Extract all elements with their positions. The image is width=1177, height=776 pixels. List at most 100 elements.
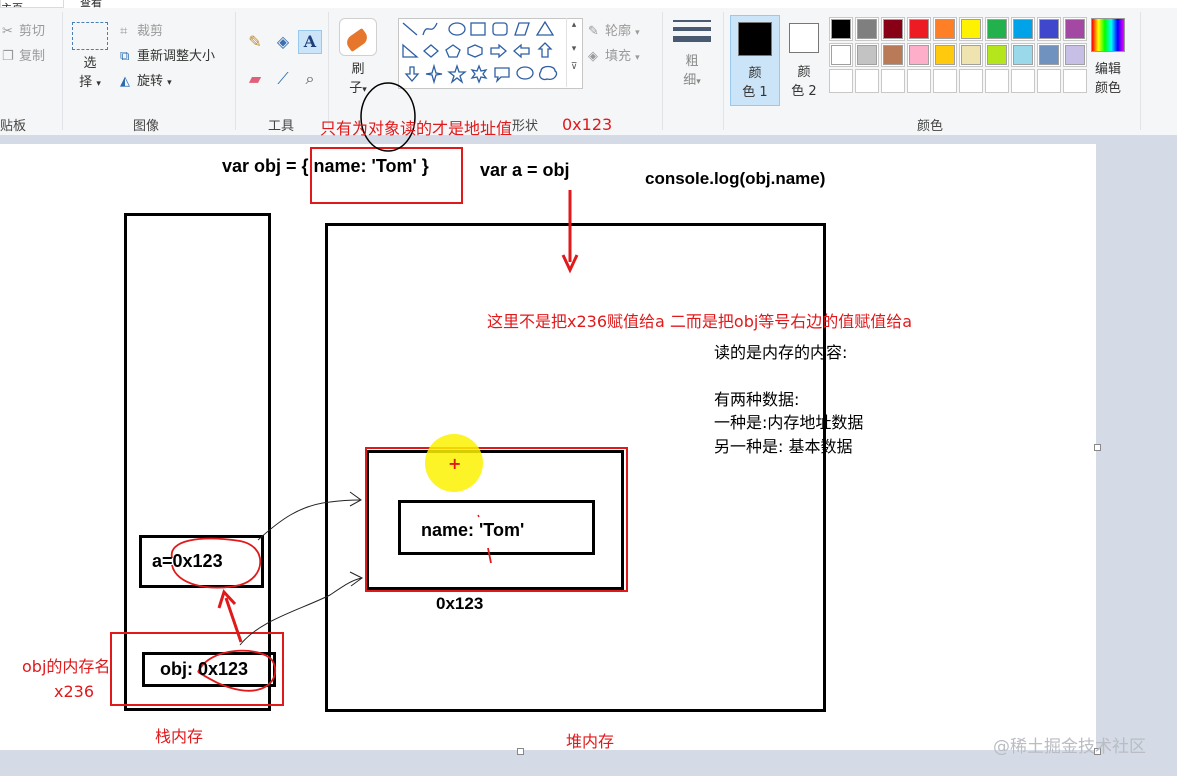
palette-cell[interactable] [907, 69, 931, 93]
group-divider [662, 12, 663, 130]
color1-label-2: 色 1 [742, 85, 768, 100]
palette-cell[interactable] [1063, 17, 1087, 41]
palette-cell[interactable] [1037, 69, 1061, 93]
select-button[interactable]: 选 择 ▾ [70, 22, 110, 94]
color-picker-icon[interactable]: ⟋ [272, 68, 294, 90]
palette-cell[interactable] [985, 43, 1009, 67]
resize-handle-right[interactable] [1094, 444, 1101, 451]
tab-home[interactable]: 主页 [0, 0, 64, 8]
palette-cell[interactable] [1011, 69, 1035, 93]
text-tool-icon[interactable]: A [298, 30, 322, 54]
palette-swatch [857, 45, 877, 65]
pencil-icon[interactable]: ✎ [244, 31, 266, 53]
color2-swatch [789, 23, 819, 53]
rotate-icon: ◭ [120, 74, 130, 89]
outline-icon: ✎ [588, 24, 599, 39]
palette-cell[interactable] [1011, 17, 1035, 41]
shapes-scrollbar[interactable]: ▴ ▾ ⊽ [566, 18, 581, 87]
code-a-assignment: var a = obj [480, 160, 570, 180]
brush-label-2-row: 子▾ [336, 79, 380, 100]
palette-cell[interactable] [829, 69, 853, 93]
palette-cell[interactable] [881, 69, 905, 93]
resize-button[interactable]: ⧉ 重新调整大小 [120, 45, 215, 64]
palette-cell[interactable] [1037, 43, 1061, 67]
palette-cell[interactable] [1063, 69, 1087, 93]
select-label-2-row: 择 ▾ [70, 73, 110, 94]
palette-cell[interactable] [881, 17, 905, 41]
stack-obj-value: obj: 0x123 [160, 659, 249, 679]
rotate-button[interactable]: ◭ 旋转 ▾ [120, 70, 172, 89]
palette-cell[interactable] [1011, 43, 1035, 67]
shapes-gallery[interactable] [398, 18, 583, 89]
brush-label-2: 子 [349, 81, 363, 96]
cut-button[interactable]: ✂ 剪切 [2, 20, 45, 39]
palette-cell[interactable] [933, 69, 957, 93]
palette-swatch [1065, 19, 1085, 39]
palette-cell[interactable] [1063, 43, 1087, 67]
palette-cell[interactable] [959, 69, 983, 93]
color1-button[interactable]: 颜 色 1 [730, 15, 780, 106]
palette-swatch [909, 19, 929, 39]
kind-two-note: 另一种是: 基本数据 [714, 437, 853, 456]
magnifier-icon[interactable]: ⌕ [299, 68, 321, 90]
colors-group-label: 颜色 [917, 119, 944, 134]
group-divider [62, 12, 63, 130]
palette-swatch [909, 45, 929, 65]
brush-icon [339, 18, 377, 56]
palette-cell[interactable] [959, 17, 983, 41]
palette-cell[interactable] [933, 17, 957, 41]
obj-memory-name-label: obj的内存名 [22, 657, 111, 676]
palette-cell[interactable] [881, 43, 905, 67]
select-label-2: 择 [79, 75, 93, 90]
palette-swatch [961, 19, 981, 39]
brushes-button[interactable]: 刷 子▾ [336, 18, 380, 100]
size-button[interactable]: 粗 细▾ [670, 20, 714, 92]
scroll-up-icon: ▴ [571, 20, 577, 30]
code-console-log: console.log(obj.name) [645, 169, 826, 188]
palette-cell[interactable] [829, 17, 853, 41]
crop-icon: ⌗ [120, 24, 128, 39]
dropdown-arrow-icon: ▾ [696, 77, 701, 87]
palette-swatch [883, 45, 903, 65]
copy-button[interactable]: ❐ 复制 [2, 45, 45, 64]
fill-bucket-icon[interactable]: ◈ [272, 31, 294, 53]
address-top-value: 0x123 [562, 115, 613, 134]
palette-cell[interactable] [907, 43, 931, 67]
palette-swatch [987, 19, 1007, 39]
fill-button[interactable]: ◈ 填充 ▾ [588, 45, 640, 64]
palette-swatch [961, 45, 981, 65]
palette-cell[interactable] [985, 69, 1009, 93]
edit-colors-button[interactable]: 编辑 颜色 [1086, 18, 1130, 98]
select-label-1: 选 [83, 56, 97, 71]
palette-cell[interactable] [855, 43, 879, 67]
eraser-icon[interactable]: ▰ [244, 68, 266, 90]
tools-group-label: 工具 [268, 119, 295, 134]
palette-cell[interactable] [829, 43, 853, 67]
palette-cell[interactable] [985, 17, 1009, 41]
rotate-label: 旋转 [137, 74, 164, 89]
edit-colors-label-2: 颜色 [1094, 81, 1121, 96]
line-width-icon [673, 20, 711, 42]
tab-view[interactable]: 查看 [80, 0, 102, 10]
crop-button[interactable]: ⌗ 裁剪 [120, 20, 163, 39]
color2-button[interactable]: 颜 色 2 [782, 15, 826, 101]
heap-address: 0x123 [436, 594, 484, 613]
color2-label-1: 颜 [797, 65, 811, 80]
palette-swatch [1065, 45, 1085, 65]
palette-cell[interactable] [907, 17, 931, 41]
fill-icon: ◈ [588, 49, 598, 64]
scroll-down-icon: ▾ [571, 44, 577, 54]
palette-swatch [987, 45, 1007, 65]
resize-handle-bottom[interactable] [517, 748, 524, 755]
stack-a-value: a=0x123 [152, 551, 223, 571]
palette-cell[interactable] [959, 43, 983, 67]
palette-swatch [857, 19, 877, 39]
read-memory-note: 读的是内存的内容: [714, 343, 848, 362]
palette-cell[interactable] [855, 17, 879, 41]
tab-home-label: 主页 [1, 2, 23, 7]
palette-cell[interactable] [1037, 17, 1061, 41]
dropdown-arrow-icon: ▾ [362, 85, 367, 95]
palette-cell[interactable] [855, 69, 879, 93]
palette-cell[interactable] [933, 43, 957, 67]
outline-button[interactable]: ✎ 轮廓 ▾ [588, 20, 640, 39]
